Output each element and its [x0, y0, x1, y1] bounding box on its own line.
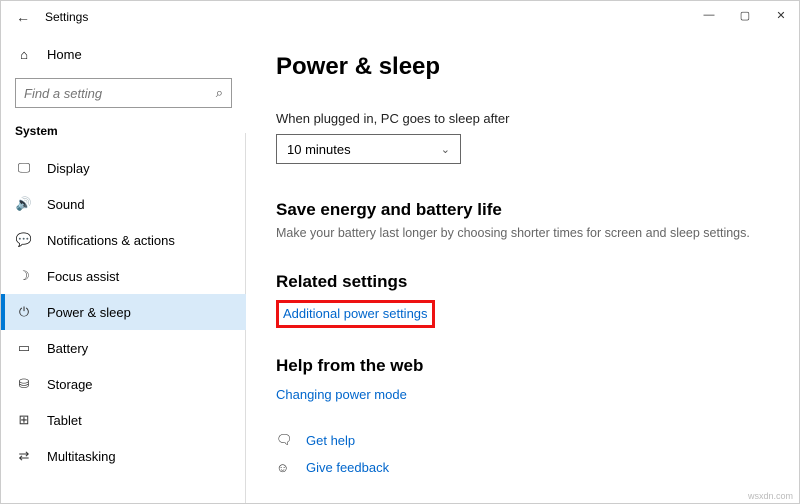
focus-icon: ☽ [15, 268, 33, 284]
nav-multitasking[interactable]: ⇄ Multitasking [1, 438, 246, 474]
nav-list: 🖵 Display 🔊 Sound 💬 Notifications & actions… [1, 150, 246, 474]
nav-label: Battery [47, 341, 88, 356]
sleep-value: 10 minutes [287, 142, 351, 157]
nav-notifications[interactable]: 💬 Notifications & actions [1, 222, 246, 258]
give-feedback-link[interactable]: ☺ Give feedback [276, 460, 769, 475]
sleep-dropdown[interactable]: 10 minutes ⌄ [276, 134, 461, 164]
battery-icon: ▭ [15, 340, 33, 356]
minimize-button[interactable]: — [691, 1, 727, 29]
energy-heading: Save energy and battery life [276, 200, 769, 220]
related-heading: Related settings [276, 272, 769, 292]
home-label: Home [47, 47, 82, 62]
window-title: Settings [45, 10, 88, 24]
sound-icon: 🔊 [15, 196, 33, 212]
nav-storage[interactable]: ⛁ Storage [1, 366, 246, 402]
home-nav[interactable]: ⌂ Home [1, 39, 246, 70]
help-icon: 🗨 [276, 432, 296, 448]
chevron-down-icon: ⌄ [441, 143, 450, 156]
multitasking-icon: ⇄ [15, 448, 33, 464]
watermark: wsxdn.com [748, 491, 793, 501]
notifications-icon: 💬 [15, 232, 33, 248]
page-title: Power & sleep [276, 53, 769, 81]
main-content: Power & sleep When plugged in, PC goes t… [246, 33, 799, 503]
nav-tablet[interactable]: ⊞ Tablet [1, 402, 246, 438]
sleep-label: When plugged in, PC goes to sleep after [276, 111, 769, 126]
nav-focus-assist[interactable]: ☽ Focus assist [1, 258, 246, 294]
nav-label: Display [47, 161, 90, 176]
category-label: System [1, 120, 246, 150]
highlight-annotation: Additional power settings [276, 300, 435, 328]
search-input[interactable] [24, 86, 216, 101]
nav-label: Storage [47, 377, 93, 392]
storage-icon: ⛁ [15, 376, 33, 392]
back-button[interactable]: ← [11, 9, 35, 25]
maximize-button[interactable]: ▢ [727, 1, 763, 29]
tablet-icon: ⊞ [15, 412, 33, 428]
nav-label: Focus assist [47, 269, 119, 284]
nav-label: Tablet [47, 413, 82, 428]
additional-power-link[interactable]: Additional power settings [283, 306, 428, 321]
nav-power-sleep[interactable]: ⏻ Power & sleep [1, 294, 246, 330]
feedback-icon: ☺ [276, 460, 296, 475]
home-icon: ⌂ [15, 47, 33, 62]
nav-display[interactable]: 🖵 Display [1, 150, 246, 186]
search-icon: ⌕ [216, 85, 223, 101]
get-help-label: Get help [306, 433, 355, 448]
nav-sound[interactable]: 🔊 Sound [1, 186, 246, 222]
feedback-label: Give feedback [306, 460, 389, 475]
changing-power-mode-link[interactable]: Changing power mode [276, 387, 407, 402]
nav-label: Notifications & actions [47, 233, 175, 248]
nav-battery[interactable]: ▭ Battery [1, 330, 246, 366]
nav-label: Sound [47, 197, 85, 212]
energy-desc: Make your battery last longer by choosin… [276, 226, 769, 240]
power-icon: ⏻ [15, 304, 33, 320]
get-help-link[interactable]: 🗨 Get help [276, 432, 769, 448]
nav-label: Multitasking [47, 449, 116, 464]
nav-label: Power & sleep [47, 305, 131, 320]
close-button[interactable]: ✕ [763, 1, 799, 29]
search-box[interactable]: ⌕ [15, 78, 232, 108]
sidebar: ⌂ Home ⌕ System 🖵 Display 🔊 Sound 💬 Notific… [1, 33, 246, 503]
webhelp-heading: Help from the web [276, 356, 769, 376]
display-icon: 🖵 [15, 160, 33, 176]
